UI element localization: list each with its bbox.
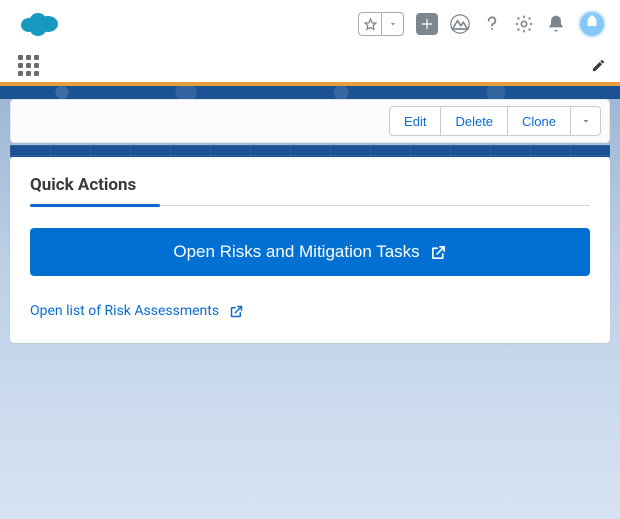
app-launcher-icon[interactable] [18, 55, 39, 76]
global-add-button[interactable] [416, 13, 438, 35]
salesforce-logo[interactable] [18, 10, 60, 38]
edit-pencil-icon[interactable] [591, 58, 606, 73]
external-link-icon [229, 304, 244, 319]
favorites-group[interactable] [358, 12, 404, 36]
header-pattern [0, 86, 620, 99]
gear-icon[interactable] [514, 14, 534, 34]
open-risk-assessments-label: Open list of Risk Assessments [30, 303, 219, 319]
tab-indicator [30, 205, 590, 206]
external-link-icon [430, 244, 447, 261]
open-risks-label: Open Risks and Mitigation Tasks [173, 242, 419, 262]
trailhead-icon[interactable] [450, 14, 470, 34]
global-header [0, 0, 620, 48]
more-actions-button[interactable] [571, 106, 601, 136]
chevron-down-icon[interactable] [381, 13, 403, 35]
record-action-bar: Edit Delete Clone [10, 99, 610, 143]
avatar[interactable] [578, 10, 606, 38]
card-title: Quick Actions [30, 175, 590, 195]
open-risks-button[interactable]: Open Risks and Mitigation Tasks [30, 228, 590, 276]
help-icon[interactable] [482, 14, 502, 34]
page-body: Edit Delete Clone Quick Actions Open Ris… [0, 99, 620, 519]
quick-actions-card: Quick Actions Open Risks and Mitigation … [10, 157, 610, 343]
context-bar [0, 48, 620, 82]
action-button-group: Edit Delete Clone [389, 106, 601, 136]
clone-button[interactable]: Clone [508, 106, 571, 136]
edit-button[interactable]: Edit [389, 106, 441, 136]
bell-icon[interactable] [546, 14, 566, 34]
delete-button[interactable]: Delete [441, 106, 508, 136]
star-icon[interactable] [359, 13, 381, 35]
open-risk-assessments-link[interactable]: Open list of Risk Assessments [30, 303, 244, 319]
